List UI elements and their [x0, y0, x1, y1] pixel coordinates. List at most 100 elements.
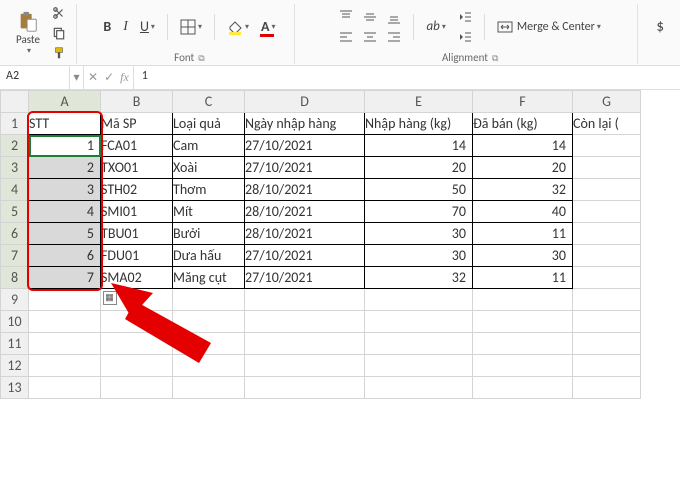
cell-C1[interactable]: Loại quả [173, 113, 245, 135]
column-header-A[interactable]: A [29, 91, 101, 113]
cell-G7[interactable] [573, 245, 641, 267]
cell-C2[interactable]: Cam [173, 135, 245, 157]
cell-E8[interactable]: 32 [365, 267, 473, 289]
cell-D9[interactable] [245, 289, 365, 311]
row-header-7[interactable]: 7 [1, 245, 29, 267]
merge-center-button[interactable]: Merge & Center ▾ [493, 18, 605, 36]
cell-F7[interactable]: 30 [473, 245, 573, 267]
cell-F11[interactable] [473, 333, 573, 355]
cell-F2[interactable]: 14 [473, 135, 573, 157]
cell-D7[interactable]: 27/10/2021 [245, 245, 365, 267]
cell-B4[interactable]: STH02 [101, 179, 173, 201]
cell-G6[interactable] [573, 223, 641, 245]
orientation-button[interactable]: ab▾ [422, 17, 449, 36]
bold-button[interactable]: B [99, 16, 115, 37]
cell-A10[interactable] [29, 311, 101, 333]
underline-button[interactable]: U▾ [136, 16, 159, 37]
row-header-4[interactable]: 4 [1, 179, 29, 201]
formula-input[interactable]: 1 [134, 66, 680, 89]
autofill-options-button[interactable]: ▦ [103, 291, 117, 305]
column-header-E[interactable]: E [365, 91, 473, 113]
cell-G3[interactable] [573, 157, 641, 179]
cell-E9[interactable] [365, 289, 473, 311]
cell-G10[interactable] [573, 311, 641, 333]
column-header-B[interactable]: B [101, 91, 173, 113]
cell-F12[interactable] [473, 355, 573, 377]
cell-A12[interactable] [29, 355, 101, 377]
column-header-G[interactable]: G [573, 91, 641, 113]
select-all-corner[interactable] [1, 91, 29, 113]
cell-G8[interactable] [573, 267, 641, 289]
decrease-indent-button[interactable] [454, 8, 476, 26]
align-center-button[interactable] [359, 28, 381, 46]
dialog-launcher-icon[interactable]: ⧉ [198, 53, 204, 64]
paste-button[interactable]: Paste ▾ [12, 9, 44, 58]
name-box-dropdown[interactable]: ▾ [70, 66, 84, 89]
cell-A11[interactable] [29, 333, 101, 355]
cell-E4[interactable]: 50 [365, 179, 473, 201]
cancel-icon[interactable]: ✕ [88, 70, 98, 85]
increase-indent-button[interactable] [454, 28, 476, 46]
cell-D3[interactable]: 27/10/2021 [245, 157, 365, 179]
cell-D11[interactable] [245, 333, 365, 355]
font-color-button[interactable]: A ▾ [257, 16, 280, 37]
row-header-9[interactable]: 9 [1, 289, 29, 311]
cell-B8[interactable]: SMA02 [101, 267, 173, 289]
cell-A13[interactable] [29, 377, 101, 399]
cell-C5[interactable]: Mít [173, 201, 245, 223]
cell-F9[interactable] [473, 289, 573, 311]
cell-F10[interactable] [473, 311, 573, 333]
row-header-12[interactable]: 12 [1, 355, 29, 377]
row-header-1[interactable]: 1 [1, 113, 29, 135]
cell-F5[interactable]: 40 [473, 201, 573, 223]
fx-icon[interactable]: fx [120, 70, 129, 85]
cell-C6[interactable]: Bưởi [173, 223, 245, 245]
name-box[interactable]: A2 [0, 66, 70, 89]
cell-A5[interactable]: 4 [29, 201, 101, 223]
cell-A4[interactable]: 3 [29, 179, 101, 201]
cell-E3[interactable]: 20 [365, 157, 473, 179]
cell-A1[interactable]: STT [29, 113, 101, 135]
align-middle-button[interactable] [359, 8, 381, 26]
format-painter-button[interactable] [48, 44, 70, 62]
cell-B7[interactable]: FDU01 [101, 245, 173, 267]
cell-A8[interactable]: 7 [29, 267, 101, 289]
cell-B13[interactable] [101, 377, 173, 399]
cell-G13[interactable] [573, 377, 641, 399]
cell-B10[interactable] [101, 311, 173, 333]
cell-A9[interactable] [29, 289, 101, 311]
cell-F8[interactable]: 11 [473, 267, 573, 289]
cell-A2[interactable]: 1 [29, 135, 101, 157]
spreadsheet-grid[interactable]: ABCDEFG1STTMã SPLoại quảNgày nhập hàngNh… [0, 90, 641, 399]
cell-F13[interactable] [473, 377, 573, 399]
row-header-3[interactable]: 3 [1, 157, 29, 179]
column-header-C[interactable]: C [173, 91, 245, 113]
align-right-button[interactable] [383, 28, 405, 46]
align-left-button[interactable] [335, 28, 357, 46]
cell-G11[interactable] [573, 333, 641, 355]
cell-B5[interactable]: SMI01 [101, 201, 173, 223]
cell-C11[interactable] [173, 333, 245, 355]
borders-button[interactable]: ▾ [176, 17, 206, 37]
cell-E13[interactable] [365, 377, 473, 399]
accept-icon[interactable]: ✓ [104, 70, 114, 85]
cell-E10[interactable] [365, 311, 473, 333]
cell-G4[interactable] [573, 179, 641, 201]
cell-F3[interactable]: 20 [473, 157, 573, 179]
cell-D6[interactable]: 28/10/2021 [245, 223, 365, 245]
cell-C13[interactable] [173, 377, 245, 399]
cell-D4[interactable]: 28/10/2021 [245, 179, 365, 201]
row-header-2[interactable]: 2 [1, 135, 29, 157]
cell-E2[interactable]: 14 [365, 135, 473, 157]
cell-B2[interactable]: FCA01 [101, 135, 173, 157]
cell-E5[interactable]: 70 [365, 201, 473, 223]
cell-G1[interactable]: Còn lại ( [573, 113, 641, 135]
row-header-11[interactable]: 11 [1, 333, 29, 355]
row-header-8[interactable]: 8 [1, 267, 29, 289]
cell-B12[interactable] [101, 355, 173, 377]
cell-F1[interactable]: Đã bán (kg) [473, 113, 573, 135]
dialog-launcher-icon[interactable]: ⧉ [492, 53, 498, 64]
cell-D12[interactable] [245, 355, 365, 377]
cell-A6[interactable]: 5 [29, 223, 101, 245]
cell-C9[interactable] [173, 289, 245, 311]
